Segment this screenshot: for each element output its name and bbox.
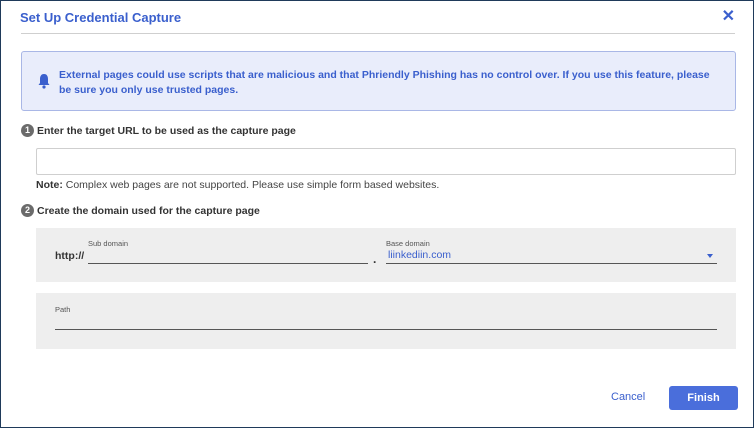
base-domain-select[interactable]: liinkediin.com: [386, 248, 717, 264]
close-icon[interactable]: ✕: [722, 8, 735, 26]
header-divider: [21, 33, 735, 34]
path-input[interactable]: [55, 314, 717, 330]
sub-domain-input[interactable]: [88, 248, 368, 264]
finish-button[interactable]: Finish: [669, 386, 738, 410]
note-text: Complex web pages are not supported. Ple…: [62, 179, 440, 191]
complex-pages-note: Note: Complex web pages are not supporte…: [36, 179, 439, 191]
base-domain-value: liinkediin.com: [388, 249, 452, 261]
step-2-number: 2: [21, 204, 34, 217]
warning-alert: External pages could use scripts that ar…: [21, 51, 736, 111]
path-label: Path: [55, 305, 71, 314]
credential-capture-dialog: Set Up Credential Capture ✕ External pag…: [0, 0, 754, 428]
cancel-button[interactable]: Cancel: [611, 391, 645, 403]
step-2-heading: 2 Create the domain used for the capture…: [21, 204, 260, 217]
chevron-down-icon: [707, 254, 713, 258]
bell-icon: [38, 74, 50, 89]
target-url-input[interactable]: [36, 148, 736, 175]
domain-panel: http:// Sub domain . Base domain liinked…: [36, 228, 736, 282]
sub-domain-label: Sub domain: [88, 239, 129, 248]
base-domain-label: Base domain: [386, 239, 430, 248]
dialog-title: Set Up Credential Capture: [20, 10, 182, 25]
step-1-number: 1: [21, 124, 34, 137]
domain-separator: .: [373, 252, 377, 266]
path-panel: Path: [36, 293, 736, 349]
protocol-label: http://: [55, 250, 85, 262]
step-1-label: Enter the target URL to be used as the c…: [37, 124, 296, 137]
alert-message: External pages could use scripts that ar…: [59, 69, 710, 96]
step-2-label: Create the domain used for the capture p…: [37, 204, 260, 217]
note-label: Note:: [36, 179, 63, 191]
step-1-heading: 1 Enter the target URL to be used as the…: [21, 124, 296, 137]
